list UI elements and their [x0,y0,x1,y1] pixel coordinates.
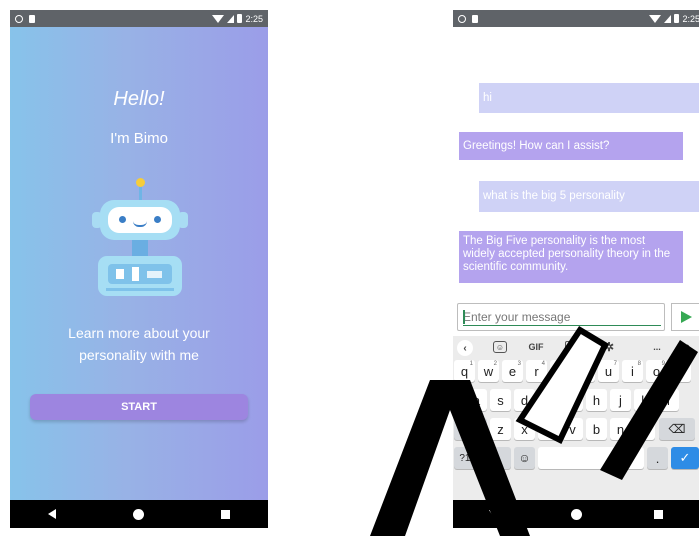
text-caret [463,310,465,324]
key-c[interactable]: c [538,418,559,440]
emoji-key[interactable]: ☺ [514,447,535,469]
key-d[interactable]: d [514,389,535,411]
signal-icon [227,14,235,23]
space-key[interactable] [538,447,644,469]
backspace-key[interactable]: ⌫ [659,418,695,440]
status-bar: 2:25 [10,10,268,27]
enter-key[interactable]: ✓ [671,447,699,469]
comma-key[interactable]: , [490,447,511,469]
chat-message-user: hi [479,83,699,113]
robot-mascot-illustration [92,176,188,300]
battery-icon [674,14,680,23]
home-icon[interactable] [571,508,582,520]
recent-apps-icon[interactable] [654,509,663,519]
key-y[interactable]: y6 [574,360,595,382]
screenshot-canvas: 2:25 Hello! I'm Bimo Learn more about yo… [0,0,699,536]
key-v[interactable]: v [562,418,583,440]
key-a[interactable]: a [466,389,487,411]
symbols-key[interactable]: ?123 [454,447,487,469]
nav-bar [453,500,699,528]
notification-icon [15,14,23,23]
send-icon [680,311,692,323]
key-s[interactable]: s [490,389,511,411]
chat-message-bot: The Big Five personality is the most wid… [459,231,683,283]
key-j[interactable]: j [610,389,631,411]
key-g[interactable]: g [562,389,583,411]
key-r[interactable]: r4 [526,360,547,382]
wifi-icon [212,14,225,23]
key-n[interactable]: n [610,418,631,440]
key-m[interactable]: m [634,418,655,440]
chevron-left-icon[interactable]: ‹ [457,340,473,356]
chat-message-user: what is the big 5 personality [479,181,699,212]
key-q[interactable]: q1 [454,360,475,382]
chat-screen: 2:25 hi Greetings! How can I assist? wha… [453,10,699,528]
message-input[interactable]: Enter your message [457,303,665,331]
clipboard-icon[interactable] [565,341,577,353]
status-time: 2:25 [682,13,699,24]
key-l[interactable]: l [658,389,679,411]
wifi-icon [649,14,662,23]
key-z[interactable]: z [490,418,511,440]
notification-icon [458,14,466,23]
gif-button[interactable]: GIF [525,340,547,354]
key-x[interactable]: x [514,418,535,440]
message-composer: Enter your message [457,303,699,333]
key-w[interactable]: w2 [478,360,499,382]
signal-icon [664,14,672,23]
home-icon[interactable] [132,508,144,520]
mic-icon[interactable]: ● [681,340,693,354]
status-time: 2:25 [245,13,263,24]
sticker-icon[interactable]: ☺ [493,341,507,353]
shift-key[interactable]: ⇧ [454,418,487,440]
key-f[interactable]: f [538,389,559,411]
more-icon[interactable]: ... [649,340,665,354]
battery-icon [237,14,243,23]
send-button[interactable] [671,303,699,331]
robot-face [108,207,172,233]
greeting-title: Hello! [113,88,165,110]
key-i[interactable]: i8 [622,360,643,382]
welcome-screen: 2:25 Hello! I'm Bimo Learn more about yo… [10,10,268,528]
key-b[interactable]: b [586,418,607,440]
recent-apps-icon[interactable] [220,509,230,519]
key-o[interactable]: o9 [646,360,667,382]
bot-intro: I'm Bimo [110,130,168,147]
tagline-text: Learn more about your personality with m… [68,325,210,363]
back-icon[interactable] [48,509,57,519]
nav-bar [10,500,268,528]
start-button[interactable]: START [30,394,248,420]
robot-antenna [136,178,145,187]
back-icon[interactable] [489,510,499,518]
key-t[interactable]: t5 [550,360,571,382]
sd-card-icon [29,14,35,23]
period-key[interactable]: . [647,447,668,469]
chat-message-bot: Greetings! How can I assist? [459,132,683,160]
key-k[interactable]: k [634,389,655,411]
gear-icon[interactable]: ✲ [601,340,617,354]
key-h[interactable]: h [586,389,607,411]
sd-card-icon [472,14,478,23]
key-e[interactable]: e3 [502,360,523,382]
keyboard-toolbar: ‹ ☺ GIF ✲ ... ● [453,336,699,358]
status-bar: 2:25 [453,10,699,27]
soft-keyboard: ‹ ☺ GIF ✲ ... ● q1 w2 e3 r4 t5 y6 u7 i8 … [453,336,699,500]
key-u[interactable]: u7 [598,360,619,382]
message-input-placeholder[interactable]: Enter your message [463,310,661,326]
key-p[interactable]: p0 [670,360,691,382]
